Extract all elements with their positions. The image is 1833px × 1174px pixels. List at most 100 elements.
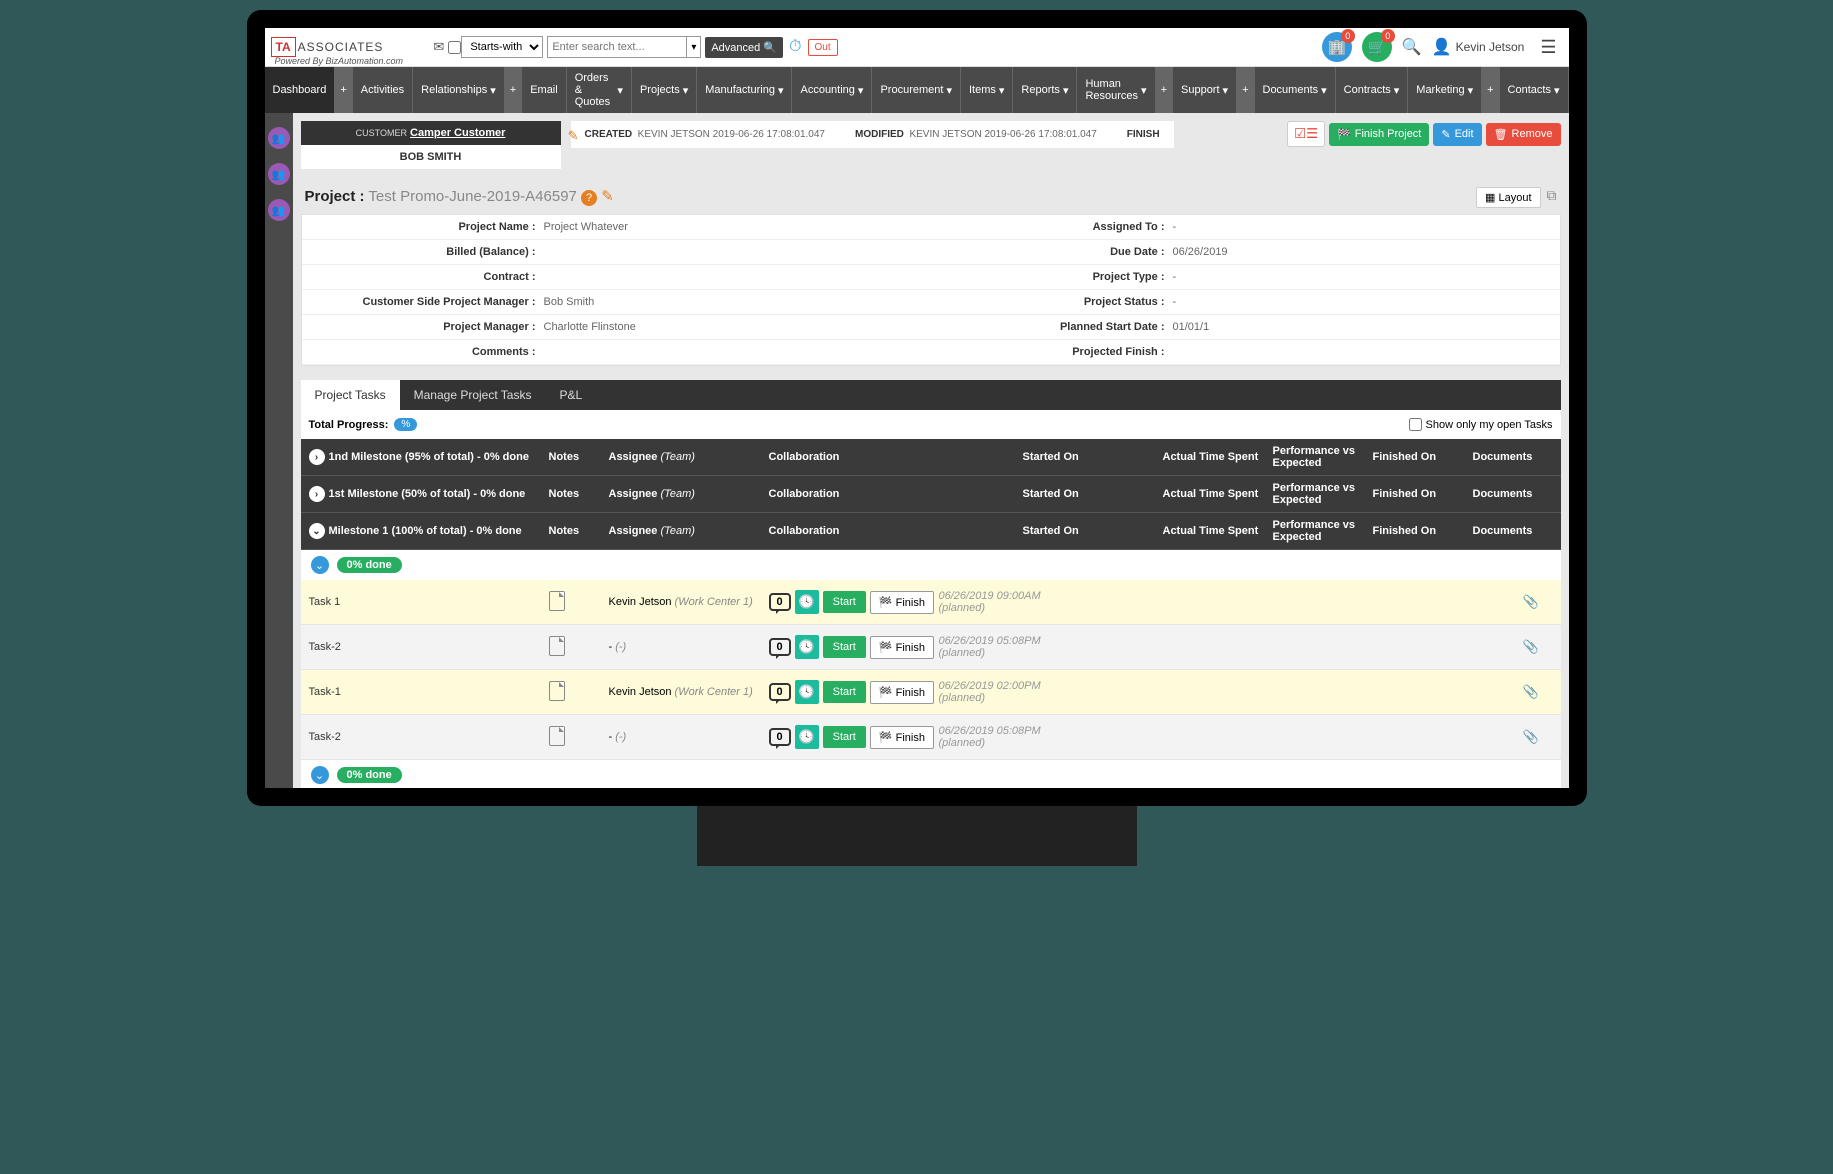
nav-plus-5[interactable]: + — [1482, 67, 1499, 113]
clock-button[interactable]: 🕓 — [795, 590, 819, 614]
progress-bar: Total Progress: % Show only my open Task… — [301, 410, 1561, 439]
start-button[interactable]: Start — [823, 681, 866, 703]
task-row: Task-2 - (-) 0 🕓 Start 🏁 Finish 06/26/20… — [301, 715, 1561, 760]
checklist-icon-button[interactable]: ☑☰ — [1287, 121, 1325, 147]
layout-button[interactable]: ▦ Layout — [1476, 187, 1540, 208]
attachment-icon[interactable]: 📎 — [1523, 729, 1553, 745]
mail-checkbox[interactable] — [448, 41, 461, 54]
progress-percent: % — [394, 418, 417, 431]
side-strip: 👥 👥 👥 — [265, 113, 293, 788]
top-toolbar: TA ASSOCIATES Powered By BizAutomation.c… — [265, 28, 1569, 67]
done-pill: 0% done — [337, 557, 402, 573]
finish-button[interactable]: 🏁 Finish — [870, 681, 934, 704]
edit-button[interactable]: ✎ Edit — [1433, 123, 1481, 146]
clock-button[interactable]: 🕓 — [795, 635, 819, 659]
nav-hr[interactable]: Human Resources ▾ — [1077, 67, 1155, 113]
finish-button[interactable]: 🏁 Finish — [870, 726, 934, 749]
nav-dashboard[interactable]: Dashboard — [265, 67, 336, 113]
detail-row: Billed (Balance) : Due Date :06/26/2019 — [302, 240, 1560, 265]
nav-reports[interactable]: Reports ▾ — [1013, 67, 1077, 113]
cart-icon[interactable]: 🛒0 — [1362, 32, 1392, 62]
collab-count[interactable]: 0 — [769, 683, 791, 701]
side-people-icon-2[interactable]: 👥 — [268, 163, 290, 185]
search-mode-select[interactable]: Starts-with — [461, 36, 543, 58]
collab-count[interactable]: 0 — [769, 638, 791, 656]
user-menu[interactable]: 👤Kevin Jetson — [1432, 37, 1525, 57]
finish-button[interactable]: 🏁 Finish — [870, 636, 934, 659]
nav-plus-2[interactable]: + — [505, 67, 522, 113]
advanced-search-button[interactable]: Advanced 🔍 — [705, 37, 783, 58]
detail-row: Customer Side Project Manager :Bob Smith… — [302, 290, 1560, 315]
edit-customer-icon[interactable]: ✎ — [568, 128, 579, 144]
attachment-icon[interactable]: 📎 — [1523, 639, 1553, 655]
milestone-header[interactable]: › 1nd Milestone (95% of total) - 0% done… — [301, 439, 1561, 476]
customer-name[interactable]: Camper Customer — [410, 127, 505, 139]
project-details: Project Name :Project Whatever Assigned … — [301, 214, 1561, 366]
building-icon[interactable]: 🏢0 — [1322, 32, 1352, 62]
task-name: Task 1 — [309, 596, 549, 608]
nav-projects[interactable]: Projects ▾ — [632, 67, 697, 113]
attachment-icon[interactable]: 📎 — [1523, 594, 1553, 610]
start-button[interactable]: Start — [823, 591, 866, 613]
nav-support[interactable]: Support ▾ — [1173, 67, 1237, 113]
mail-icon[interactable]: ✉ — [433, 39, 444, 55]
collapse-icon-2[interactable]: ⌄ — [311, 766, 329, 784]
nav-email[interactable]: Email — [522, 67, 567, 113]
side-people-icon-3[interactable]: 👥 — [268, 199, 290, 221]
nav-accounting[interactable]: Accounting ▾ — [792, 67, 872, 113]
clock-button[interactable]: 🕓 — [795, 725, 819, 749]
attachment-icon[interactable]: 📎 — [1523, 684, 1553, 700]
stopwatch-icon[interactable]: ⏱ — [789, 38, 801, 56]
copy-icon[interactable]: ⧉ — [1547, 187, 1557, 204]
nav-contacts[interactable]: Contacts ▾ — [1500, 67, 1569, 113]
nav-contracts[interactable]: Contracts ▾ — [1336, 67, 1409, 113]
nav-activities[interactable]: Activities — [353, 67, 413, 113]
open-tasks-toggle[interactable]: Show only my open Tasks — [1409, 418, 1553, 431]
nav-relationships[interactable]: Relationships ▾ — [413, 67, 505, 113]
start-button[interactable]: Start — [823, 726, 866, 748]
milestone-header[interactable]: ⌄ Milestone 1 (100% of total) - 0% done … — [301, 513, 1561, 550]
meta-card: CREATED KEVIN JETSON 2019-06-26 17:08:01… — [571, 121, 1174, 148]
search-input[interactable] — [547, 36, 687, 58]
tab-pnl[interactable]: P&L — [545, 380, 596, 410]
collab-count[interactable]: 0 — [769, 728, 791, 746]
clock-button[interactable]: 🕓 — [795, 680, 819, 704]
stage-progress-bottom: ⌄ 0% done — [301, 760, 1561, 788]
finish-project-button[interactable]: 🏁 Finish Project — [1329, 123, 1429, 146]
nav-plus-4[interactable]: + — [1237, 67, 1254, 113]
done-pill-2: 0% done — [337, 767, 402, 783]
nav-orders[interactable]: Orders & Quotes ▾ — [567, 67, 632, 113]
task-note-icon[interactable] — [549, 726, 609, 749]
start-button[interactable]: Start — [823, 636, 866, 658]
task-note-icon[interactable] — [549, 636, 609, 659]
remove-button[interactable]: 🗑 Remove — [1486, 123, 1561, 146]
nav-plus-3[interactable]: + — [1156, 67, 1173, 113]
task-assignee: Kevin Jetson (Work Center 1) — [609, 596, 769, 608]
nav-plus-1[interactable]: + — [335, 67, 352, 113]
customer-label: CUSTOMER — [356, 128, 407, 138]
collab-count[interactable]: 0 — [769, 593, 791, 611]
detail-row: Project Manager :Charlotte Flinstone Pla… — [302, 315, 1560, 340]
out-button[interactable]: Out — [808, 39, 838, 56]
tab-project-tasks[interactable]: Project Tasks — [301, 380, 400, 410]
nav-manufacturing[interactable]: Manufacturing ▾ — [697, 67, 792, 113]
finish-button[interactable]: 🏁 Finish — [870, 591, 934, 614]
nav-items[interactable]: Items ▾ — [961, 67, 1013, 113]
collapse-icon[interactable]: ⌄ — [311, 556, 329, 574]
tab-manage-tasks[interactable]: Manage Project Tasks — [400, 380, 546, 410]
task-note-icon[interactable] — [549, 591, 609, 614]
search-dropdown-caret[interactable]: ▾ — [687, 36, 701, 58]
side-people-icon-1[interactable]: 👥 — [268, 127, 290, 149]
hamburger-icon[interactable]: ☰ — [1540, 37, 1556, 58]
task-note-icon[interactable] — [549, 681, 609, 704]
nav-documents[interactable]: Documents ▾ — [1255, 67, 1336, 113]
zoom-icon[interactable]: 🔍 — [1402, 37, 1422, 57]
nav-procurement[interactable]: Procurement ▾ — [872, 67, 961, 113]
powered-by: Powered By BizAutomation.com — [275, 56, 404, 66]
milestone-header[interactable]: › 1st Milestone (50% of total) - 0% done… — [301, 476, 1561, 513]
detail-row: Contract : Project Type :- — [302, 265, 1560, 290]
help-icon[interactable]: ? — [581, 190, 597, 206]
edit-project-icon[interactable]: ✎ — [601, 188, 614, 205]
nav-marketing[interactable]: Marketing ▾ — [1408, 67, 1482, 113]
task-started-on: 06/26/2019 05:08PM (planned) — [939, 725, 1089, 749]
